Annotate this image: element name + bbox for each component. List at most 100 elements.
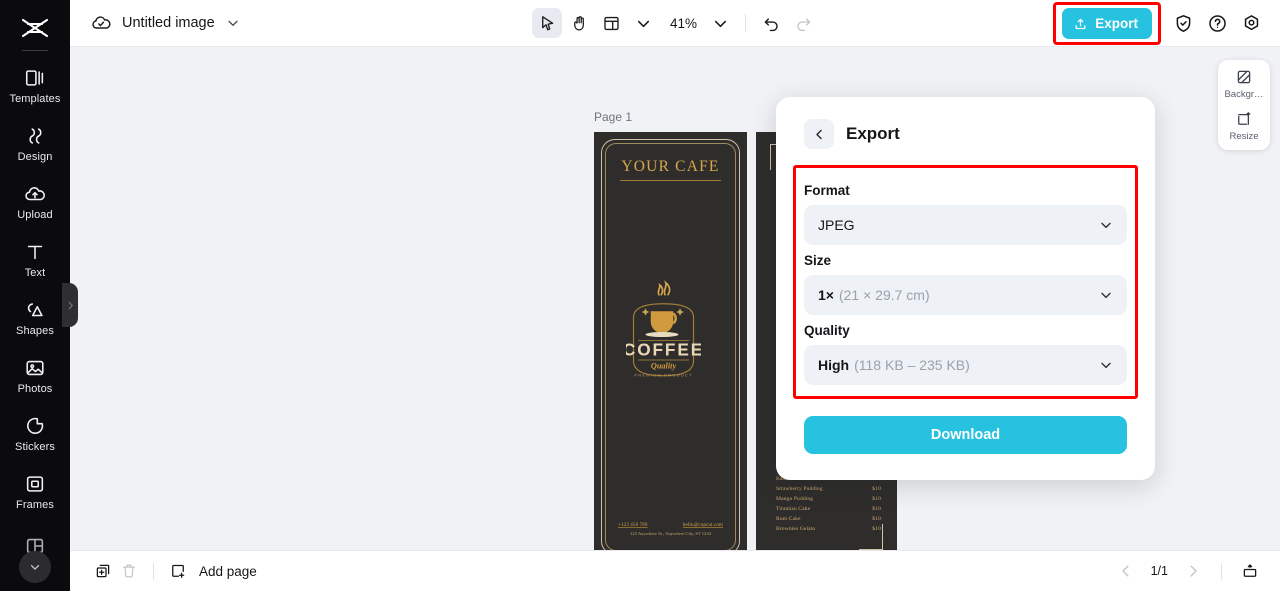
hand-pan-tool[interactable] [564, 8, 594, 38]
export-upload-icon [1075, 18, 1086, 29]
undo-icon [764, 17, 778, 31]
present-button[interactable] [1237, 558, 1263, 584]
export-button[interactable]: Export [1062, 7, 1152, 39]
format-select[interactable]: JPEG [804, 205, 1127, 245]
sidebar-item-label: Design [17, 151, 53, 163]
logo-script: Quality [651, 361, 677, 370]
sidebar-item-label: Shapes [16, 325, 54, 337]
sidebar-item-design[interactable]: Design [0, 115, 70, 173]
present-icon [1243, 564, 1257, 577]
design-icon [24, 125, 46, 147]
export-panel: Export Format JPEG Size 1× (21 × 29.7 cm… [776, 97, 1155, 480]
add-page-button[interactable]: Add page [165, 558, 257, 584]
chevron-right-icon [68, 301, 73, 309]
format-label: Format [804, 183, 850, 198]
prev-page-button[interactable] [1113, 558, 1139, 584]
right-tool-strip: Backgr… Resize [1218, 60, 1270, 150]
duplicate-page-button[interactable] [90, 558, 116, 584]
sidebar-bottom [0, 529, 70, 591]
chevron-down-icon [714, 20, 726, 27]
cloud-saved-icon [90, 12, 112, 34]
quality-select[interactable]: High (118 KB – 235 KB) [804, 345, 1127, 385]
menu-item-price: $10 [872, 515, 881, 522]
background-tool-label: Backgr… [1224, 89, 1264, 100]
sidebar-item-templates[interactable]: Templates [0, 57, 70, 115]
document-title[interactable]: Untitled image [122, 15, 215, 31]
bottombar-divider [1221, 562, 1222, 580]
sidebar-item-label: Text [24, 267, 46, 279]
resize-tool[interactable]: Resize [1218, 110, 1270, 142]
delete-page-button[interactable] [116, 558, 142, 584]
menu-item: Mango Pudding $10 [776, 495, 881, 505]
sidebar-item-label: Templates [9, 93, 61, 105]
canvas-area[interactable]: Page 1 YOUR CAFE COFFEE Quality PREMIUM … [70, 47, 1280, 550]
chevron-down-icon[interactable] [225, 15, 241, 31]
contact-row-primary: +123 456 789 hello@cupcut.com [606, 522, 735, 528]
chevron-down-icon [30, 564, 40, 570]
cover-contact: +123 456 789 hello@cupcut.com 123 Anywhe… [606, 522, 735, 536]
menu-item-name: Tiramisu Cake [776, 505, 811, 512]
templates-icon [24, 67, 46, 89]
menu-item-price: $10 [872, 485, 881, 492]
sidebar-item-upload[interactable]: Upload [0, 173, 70, 231]
size-value: 1× [818, 287, 834, 303]
zoom-level[interactable]: 41% [660, 16, 703, 31]
sidebar-item-shapes[interactable]: Shapes [0, 289, 70, 347]
menu-item: Brownies Gelato $10 [776, 525, 881, 535]
export-panel-title: Export [846, 124, 900, 143]
capcut-logo-icon[interactable] [19, 10, 51, 46]
chevron-right-icon [1190, 565, 1197, 577]
quality-detail: (118 KB – 235 KB) [854, 357, 970, 373]
menu-item-name: Mango Pudding [776, 495, 814, 502]
zoom-chevron-button[interactable] [705, 8, 735, 38]
gear-icon[interactable] [1239, 11, 1263, 35]
menu-item: Tiramisu Cake $10 [776, 505, 881, 515]
topbar-actions: Export [1053, 1, 1280, 45]
menu-item-name: Rum Cake [776, 515, 801, 522]
sidebar-item-stickers[interactable]: Stickers [0, 405, 70, 463]
size-detail: (21 × 29.7 cm) [838, 287, 930, 303]
add-page-icon [165, 558, 191, 584]
layout-chevron-button[interactable] [628, 8, 658, 38]
download-button[interactable]: Download [804, 416, 1127, 454]
menu-item: Rum Cake $10 [776, 515, 881, 525]
resize-tool-label: Resize [1229, 131, 1259, 142]
export-panel-header: Export [804, 119, 1127, 149]
sidebar-collapse-button[interactable] [19, 551, 51, 583]
coffee-badge-icon: COFFEE Quality PREMIUM PRODUCT [623, 280, 702, 378]
cafe-title: YOUR CAFE [621, 158, 720, 175]
design-page-cover[interactable]: YOUR CAFE COFFEE Quality PREMIUM PRODUCT… [594, 132, 747, 550]
export-back-button[interactable] [804, 119, 834, 149]
menu-item-price: $10 [872, 495, 881, 502]
sidebar-item-text[interactable]: Text [0, 231, 70, 289]
contact-email: hello@cupcut.com [682, 522, 723, 528]
page-indicator: 1/1 [1150, 564, 1168, 578]
question-circle-icon[interactable] [1205, 11, 1229, 35]
next-page-button[interactable] [1180, 558, 1206, 584]
redo-icon [796, 17, 810, 31]
shapes-icon [24, 299, 46, 321]
shield-check-icon[interactable] [1171, 11, 1195, 35]
size-select[interactable]: 1× (21 × 29.7 cm) [804, 275, 1127, 315]
undo-button[interactable] [756, 8, 786, 38]
sidebar-item-label: Photos [17, 383, 53, 395]
sidebar-item-frames[interactable]: Frames [0, 463, 70, 521]
frames-icon [24, 473, 46, 495]
chevron-down-icon [1098, 287, 1114, 303]
stickers-icon [24, 415, 46, 437]
format-value: JPEG [818, 217, 855, 233]
logo-word: COFFEE [626, 340, 701, 360]
logo-tagline: PREMIUM PRODUCT [634, 373, 692, 378]
text-icon [24, 241, 46, 263]
sidebar-item-photos[interactable]: Photos [0, 347, 70, 405]
cursor-select-tool[interactable] [531, 8, 562, 38]
panel-expand-handle[interactable] [62, 283, 78, 327]
app-root: Templates Design Upload Text Shapes Phot… [0, 0, 1280, 591]
cafe-title-rule [620, 180, 721, 181]
background-tool[interactable]: Backgr… [1218, 68, 1270, 100]
layout-grid-tool[interactable] [596, 8, 626, 38]
sidebar-item-label: Frames [16, 499, 54, 511]
photos-icon [24, 357, 46, 379]
resize-icon [1238, 112, 1251, 125]
redo-button[interactable] [788, 8, 818, 38]
